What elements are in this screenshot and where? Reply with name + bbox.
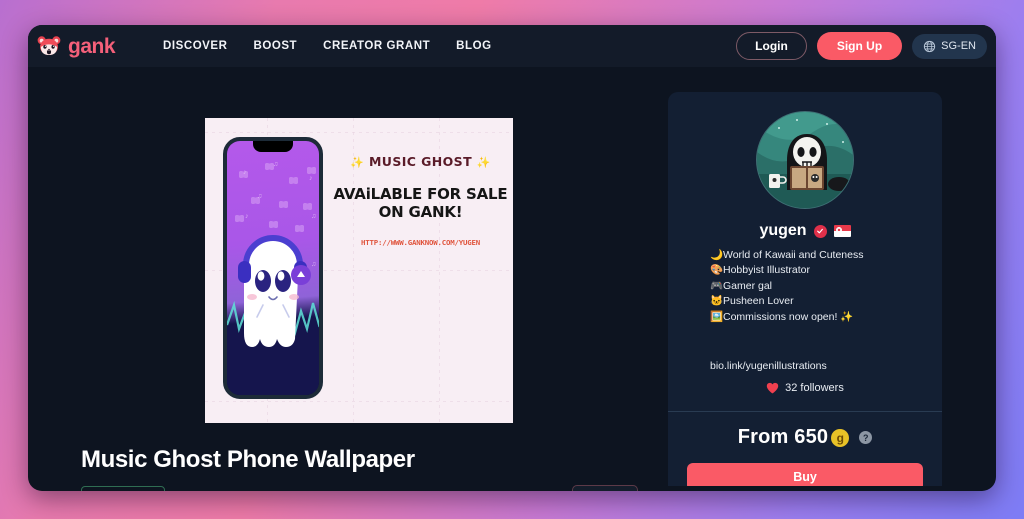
- bio-line: 🐱Pusheen Lover: [710, 294, 925, 309]
- main-nav: DISCOVER BOOST CREATOR GRANT BLOG: [163, 40, 492, 52]
- promo-line-2: ON GANK!: [378, 203, 463, 222]
- language-selector[interactable]: SG-EN: [912, 33, 987, 59]
- phone-screen: ♪ ♫ ♪ ♫ ♪ ♫ ♪ ♫: [227, 141, 319, 395]
- singapore-flag-icon: [833, 225, 851, 237]
- globe-icon: [924, 40, 936, 52]
- question-mark-icon[interactable]: ?: [859, 431, 873, 444]
- sparkle-left-icon: ✨: [350, 156, 365, 169]
- share-button[interactable]: Share: [571, 485, 638, 491]
- followers-count: 32 followers: [785, 382, 844, 394]
- nav-item-boost[interactable]: BOOST: [253, 40, 297, 52]
- logo-text: gank: [68, 34, 116, 58]
- bio-text: Gamer gal: [723, 279, 773, 292]
- bio-line: 🎮Gamer gal: [710, 279, 925, 294]
- verified-check-icon: [813, 224, 827, 238]
- bio-text: World of Kawaii and Cuteness: [723, 249, 864, 261]
- page-card: gank DISCOVER BOOST CREATOR GRANT BLOG L…: [28, 25, 996, 491]
- language-label: SG-EN: [941, 40, 976, 52]
- divider: [668, 411, 942, 412]
- nav-item-blog[interactable]: BLOG: [456, 40, 491, 52]
- gank-coin-icon: g: [831, 428, 850, 447]
- moon-emoji-icon: 🌙: [710, 249, 724, 261]
- logo[interactable]: gank: [36, 33, 116, 59]
- cat-emoji-icon: 🐱: [710, 295, 724, 308]
- picture-emoji-icon: 🖼️: [710, 310, 724, 323]
- phone-mockup: ♪ ♫ ♪ ♫ ♪ ♫ ♪ ♫: [223, 137, 323, 399]
- header-actions: Login Sign Up SG-EN: [736, 32, 987, 60]
- price-label: From 650: [737, 426, 829, 448]
- site-header: gank DISCOVER BOOST CREATOR GRANT BLOG L…: [28, 25, 996, 67]
- signup-button[interactable]: Sign Up: [816, 32, 903, 60]
- bio-line: 🎨Hobbyist Illustrator: [710, 263, 925, 278]
- followers-row: 32 followers: [668, 382, 942, 394]
- login-button[interactable]: Login: [736, 32, 807, 60]
- profile-bio: 🌙World of Kawaii and Cuteness 🎨Hobbyist …: [710, 248, 925, 325]
- promo-text-block: ✨ MUSIC GHOST ✨ AVAiLABLE FOR SALE ON GA…: [333, 154, 508, 247]
- product-section: ♪ ♫ ♪ ♫ ♪ ♫ ♪ ♫: [28, 67, 668, 491]
- avatar-image: [757, 112, 853, 208]
- profile-name: yugen: [759, 222, 807, 239]
- bio-text: Pusheen Lover: [723, 295, 794, 308]
- price-row: From 650 g ?: [668, 426, 942, 449]
- sparkle-right-icon: ✨: [476, 156, 491, 169]
- avatar[interactable]: [756, 111, 854, 209]
- tag-digital-goods[interactable]: DIGITAL GOODS: [81, 486, 165, 491]
- gamepad-emoji-icon: 🎮: [710, 279, 724, 292]
- promo-title-text: MUSIC GHOST: [368, 154, 473, 169]
- heart-icon: [766, 382, 779, 394]
- promo-subtitle: AVAiLABLE FOR SALE ON GANK!: [333, 185, 508, 222]
- bio-text: Hobbyist Illustrator: [723, 264, 810, 277]
- ghost-illustration: [238, 235, 311, 347]
- red-panda-icon: [37, 36, 61, 55]
- bio-link[interactable]: bio.link/yugenillustrations: [710, 360, 827, 372]
- promo-line-1: AVAiLABLE FOR SALE: [333, 185, 508, 203]
- bio-line: 🖼️Commissions now open! ✨: [710, 310, 925, 325]
- profile-name-row: yugen: [668, 222, 942, 240]
- creator-profile-card: yugen 🌙World of Kawaii and Cuteness 🎨Hob…: [668, 92, 942, 486]
- phone-notch: [253, 141, 293, 152]
- buy-button[interactable]: Buy: [687, 463, 923, 486]
- promo-title: ✨ MUSIC GHOST ✨: [333, 154, 508, 169]
- bio-line: 🌙World of Kawaii and Cuteness: [710, 248, 925, 263]
- bio-text: Commissions now open! ✨: [723, 310, 854, 323]
- nav-item-discover[interactable]: DISCOVER: [163, 40, 227, 52]
- nav-item-creator-grant[interactable]: CREATOR GRANT: [323, 40, 430, 52]
- promo-url: HTTP://WWW.GANKNOW.COM/YUGEN: [361, 237, 480, 247]
- page-title: Music Ghost Phone Wallpaper: [81, 446, 415, 473]
- product-image[interactable]: ♪ ♫ ♪ ♫ ♪ ♫ ♪ ♫: [205, 118, 513, 423]
- palette-emoji-icon: 🎨: [710, 264, 724, 277]
